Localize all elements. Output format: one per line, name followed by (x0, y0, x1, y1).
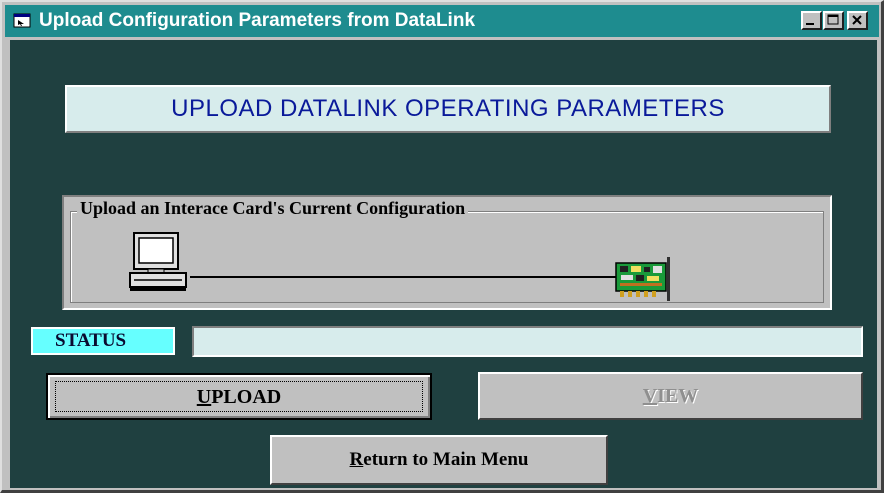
page-title: UPLOAD DATALINK OPERATING PARAMETERS (65, 85, 831, 133)
maximize-button[interactable] (823, 11, 844, 30)
interface-card-icon (615, 257, 670, 301)
upload-button-label: UPLOAD (55, 381, 423, 412)
minimize-icon (806, 23, 814, 25)
maximize-icon (827, 14, 839, 25)
return-to-main-menu-button[interactable]: Return to Main Menu (270, 435, 608, 485)
title-bar[interactable]: Upload Configuration Parameters from Dat… (5, 5, 879, 37)
groupbox-label: Upload an Interace Card's Current Config… (77, 198, 469, 219)
connection-line (190, 276, 624, 278)
dialog-window: Upload Configuration Parameters from Dat… (0, 0, 884, 493)
return-button-accel: R (349, 449, 364, 470)
window-title: Upload Configuration Parameters from Dat… (39, 10, 476, 31)
client-area: UPLOAD DATALINK OPERATING PARAMETERS Upl… (10, 40, 877, 488)
return-button-label: eturn to Main Menu (363, 449, 529, 470)
status-field (192, 326, 863, 357)
minimize-button[interactable] (801, 11, 822, 30)
view-button-accel: V (642, 385, 658, 407)
computer-icon (129, 232, 187, 291)
view-button-label: IEW (657, 385, 699, 407)
app-window-icon (13, 13, 31, 28)
upload-panel: Upload an Interace Card's Current Config… (62, 195, 832, 310)
close-button[interactable] (847, 11, 868, 30)
upload-button[interactable]: UPLOAD (46, 373, 432, 420)
view-button[interactable]: VIEW (478, 372, 863, 420)
close-icon (852, 15, 862, 25)
status-label: STATUS (31, 327, 175, 355)
